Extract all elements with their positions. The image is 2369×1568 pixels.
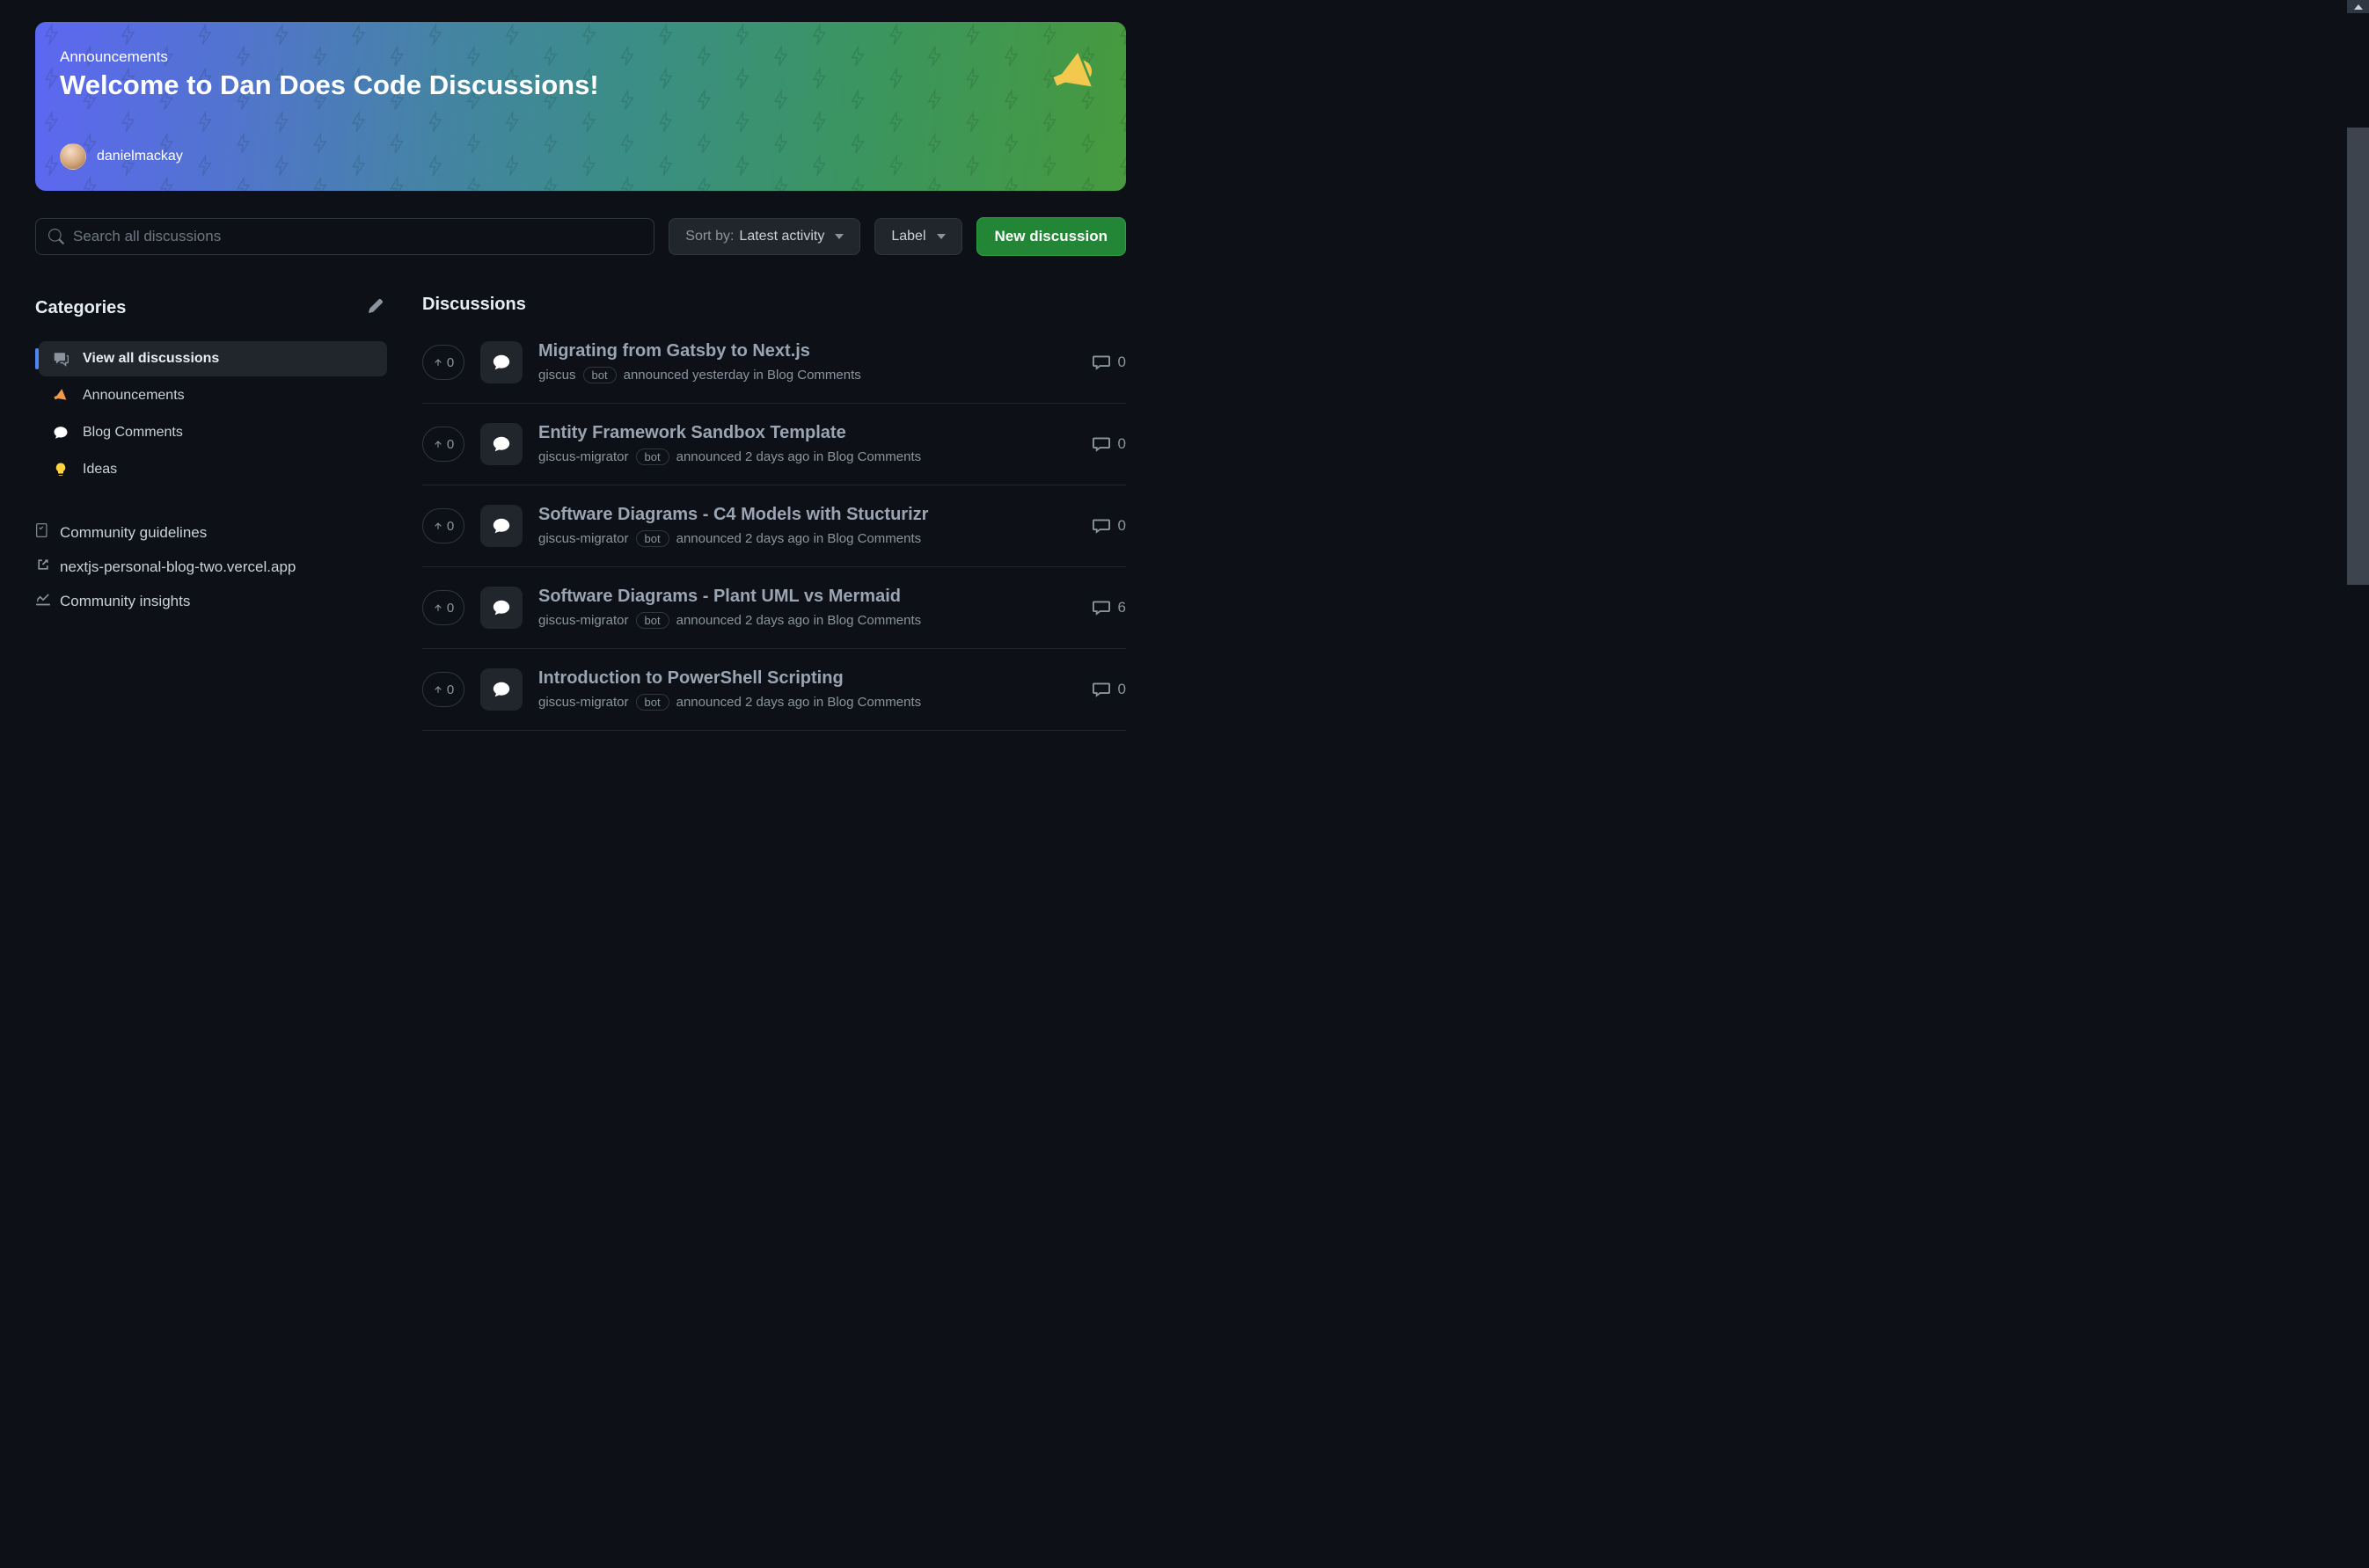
label-text: Label [891, 229, 925, 244]
discussion-author[interactable]: giscus-migrator [538, 449, 629, 464]
upvote-count: 0 [447, 437, 454, 452]
category-badge [480, 587, 523, 629]
announcement-banner[interactable]: Announcements Welcome to Dan Does Code D… [35, 22, 1126, 191]
megaphone-icon [51, 387, 70, 405]
author-name: danielmackay [97, 149, 183, 164]
category-badge [480, 505, 523, 547]
category-label: Blog Comments [83, 425, 183, 441]
graph-icon [35, 591, 51, 611]
discussions-column: Discussions 0 Migrating from Gatsby to Ne… [422, 295, 1126, 731]
upvote-count: 0 [447, 519, 454, 534]
discussion-row: 0 Software Diagrams - C4 Models with Stuc… [422, 485, 1126, 567]
discussion-author[interactable]: giscus-migrator [538, 695, 629, 710]
discussion-meta: giscus bot announced yesterday in Blog Com… [538, 367, 1077, 383]
bot-badge: bot [636, 530, 669, 547]
sidebar-link-community-guidelines[interactable]: Community guidelines [35, 515, 387, 550]
discussion-title[interactable]: Migrating from Gatsby to Next.js [538, 341, 1077, 361]
discussion-meta: giscus-migrator bot announced 2 days ago i… [538, 612, 1077, 629]
categories-heading: Categories [35, 298, 126, 318]
category-item-view-all-discussions[interactable]: View all discussions [39, 341, 387, 376]
bot-badge: bot [636, 449, 669, 465]
banner-author[interactable]: danielmackay [60, 143, 1101, 170]
category-badge [480, 423, 523, 465]
discussion-title[interactable]: Introduction to PowerShell Scripting [538, 668, 1077, 689]
discussion-meta-text: announced 2 days ago in Blog Comments [676, 449, 922, 464]
upvote-count: 0 [447, 601, 454, 616]
upvote-button[interactable]: 0 [422, 672, 464, 707]
discussion-row: 0 Entity Framework Sandbox Template giscus… [422, 404, 1126, 485]
comment-count[interactable]: 0 [1093, 517, 1126, 535]
comment-count[interactable]: 0 [1093, 435, 1126, 453]
avatar [60, 143, 86, 170]
banner-category-label: Announcements [60, 48, 1101, 66]
sidebar: Categories View all discussions Announcem… [35, 295, 387, 731]
discussion-author[interactable]: giscus [538, 368, 576, 383]
discussion-meta: giscus-migrator bot announced 2 days ago i… [538, 694, 1077, 711]
discussion-title[interactable]: Entity Framework Sandbox Template [538, 423, 1077, 443]
upvote-button[interactable]: 0 [422, 508, 464, 543]
upvote-button[interactable]: 0 [422, 590, 464, 625]
category-item-blog-comments[interactable]: Blog Comments [39, 415, 387, 450]
category-badge [480, 668, 523, 711]
sort-prefix: Sort by: [685, 229, 734, 244]
speech-icon [51, 425, 70, 441]
bot-badge: bot [636, 612, 669, 629]
discussion-meta-text: announced 2 days ago in Blog Comments [676, 531, 922, 546]
scroll-up-button[interactable] [2347, 0, 2369, 13]
discussion-author[interactable]: giscus-migrator [538, 531, 629, 546]
category-label: Ideas [83, 462, 117, 478]
search-box[interactable] [35, 218, 654, 255]
discussion-meta-text: announced yesterday in Blog Comments [624, 368, 861, 383]
comment-count[interactable]: 6 [1093, 599, 1126, 616]
search-input[interactable] [73, 228, 641, 245]
scrollbar-thumb[interactable] [2347, 128, 2369, 585]
discussion-meta: giscus-migrator bot announced 2 days ago i… [538, 530, 1077, 547]
sidebar-link-community-insights[interactable]: Community insights [35, 584, 387, 618]
new-discussion-button[interactable]: New discussion [976, 217, 1126, 256]
discussion-row: 0 Migrating from Gatsby to Next.js giscusb… [422, 338, 1126, 404]
comment-count[interactable]: 0 [1093, 354, 1126, 371]
external-icon [35, 557, 51, 577]
comment-count[interactable]: 0 [1093, 681, 1126, 698]
discussion-author[interactable]: giscus-migrator [538, 613, 629, 628]
category-label: View all discussions [83, 351, 219, 367]
discussions-heading: Discussions [422, 295, 1126, 315]
upvote-count: 0 [447, 355, 454, 370]
category-label: Announcements [83, 388, 185, 404]
chevron-down-icon [937, 234, 946, 239]
discussion-meta-text: announced 2 days ago in Blog Comments [676, 695, 922, 710]
category-item-announcements[interactable]: Announcements [39, 378, 387, 413]
pencil-icon [368, 298, 384, 314]
category-item-ideas[interactable]: Ideas [39, 452, 387, 487]
checklist-icon [35, 522, 51, 543]
bot-badge: bot [583, 367, 617, 383]
discussion-title[interactable]: Software Diagrams - C4 Models with Stuct… [538, 505, 1077, 525]
discussion-title[interactable]: Software Diagrams - Plant UML vs Mermaid [538, 587, 1077, 607]
edit-categories-button[interactable] [364, 295, 387, 322]
upvote-count: 0 [447, 682, 454, 697]
sort-value: Latest activity [739, 229, 824, 244]
upvote-button[interactable]: 0 [422, 345, 464, 380]
discussion-meta: giscus-migrator bot announced 2 days ago i… [538, 449, 1077, 465]
sidebar-link-nextjs-personal-blog-two-vercel-app[interactable]: nextjs-personal-blog-two.vercel.app [35, 550, 387, 584]
discussion-meta-text: announced 2 days ago in Blog Comments [676, 613, 922, 628]
chevron-down-icon [835, 234, 844, 239]
comment-discussion-icon [51, 351, 70, 367]
upvote-button[interactable]: 0 [422, 427, 464, 462]
scrollbar-track[interactable] [2347, 13, 2369, 1568]
bot-badge: bot [636, 694, 669, 711]
discussion-row: 0 Introduction to PowerShell Scripting gis… [422, 649, 1126, 731]
category-badge [480, 341, 523, 383]
discussion-row: 0 Software Diagrams - Plant UML vs Mermai… [422, 567, 1126, 649]
toolbar: Sort by: Latest activity Label New discu… [35, 217, 1126, 256]
megaphone-icon [1047, 47, 1101, 106]
sort-dropdown[interactable]: Sort by: Latest activity [669, 218, 860, 255]
label-dropdown[interactable]: Label [874, 218, 961, 255]
search-icon [48, 229, 64, 244]
banner-title[interactable]: Welcome to Dan Does Code Discussions! [60, 69, 1101, 101]
bulb-icon [51, 461, 70, 478]
